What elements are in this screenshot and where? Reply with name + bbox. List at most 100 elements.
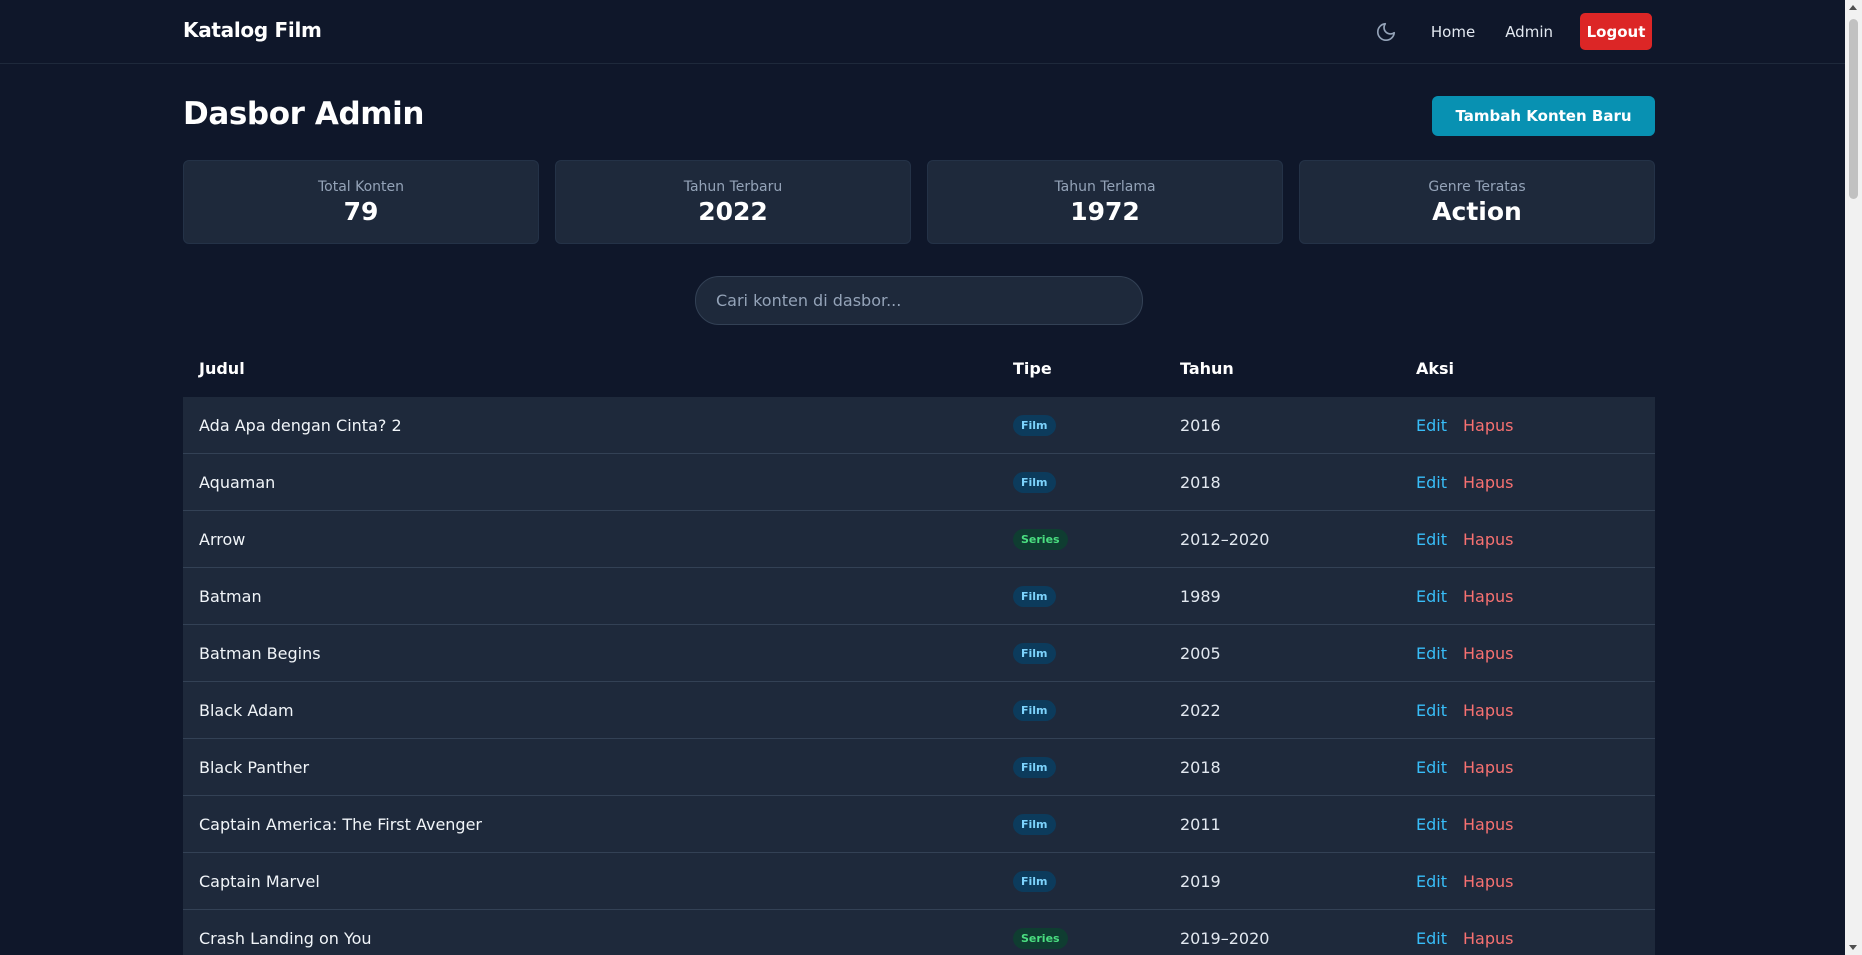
row-year: 2022 (1180, 700, 1221, 720)
row-year: 1989 (1180, 586, 1221, 606)
add-content-button[interactable]: Tambah Konten Baru (1432, 96, 1655, 136)
edit-link[interactable]: Edit (1416, 701, 1447, 720)
row-title: Batman Begins (199, 643, 321, 663)
row-type: Film (1013, 699, 1056, 721)
row-year: 2019–2020 (1180, 928, 1270, 948)
row-title: Black Adam (199, 700, 294, 720)
stat-value: 2022 (698, 196, 768, 226)
row-title: Crash Landing on You (199, 928, 372, 948)
row-type: Film (1013, 414, 1056, 436)
delete-link[interactable]: Hapus (1463, 473, 1513, 492)
type-badge: Film (1013, 586, 1056, 607)
edit-link[interactable]: Edit (1416, 587, 1447, 606)
delete-link[interactable]: Hapus (1463, 701, 1513, 720)
header-type: Tipe (1013, 359, 1052, 378)
nav-link-home[interactable]: Home (1431, 23, 1475, 41)
row-actions: Edit Hapus (1416, 587, 1513, 606)
header-year: Tahun (1180, 359, 1234, 378)
delete-link[interactable]: Hapus (1463, 758, 1513, 777)
row-type: Film (1013, 642, 1056, 664)
delete-link[interactable]: Hapus (1463, 929, 1513, 948)
table-row: Black Panther Film 2018 Edit Hapus (183, 739, 1655, 796)
search-wrapper (695, 276, 1143, 325)
edit-link[interactable]: Edit (1416, 872, 1447, 891)
type-badge: Film (1013, 415, 1056, 436)
delete-link[interactable]: Hapus (1463, 815, 1513, 834)
theme-toggle-button[interactable] (1371, 17, 1401, 47)
table-row: Aquaman Film 2018 Edit Hapus (183, 454, 1655, 511)
stats-row: Total Konten 79 Tahun Terbaru 2022 Tahun… (183, 160, 1655, 244)
row-year: 2019 (1180, 871, 1221, 891)
row-type: Film (1013, 813, 1056, 835)
header-title: Judul (199, 359, 245, 378)
stat-value: 1972 (1070, 196, 1140, 226)
scroll-down-arrow-icon[interactable] (1849, 945, 1857, 950)
edit-link[interactable]: Edit (1416, 473, 1447, 492)
logout-button[interactable]: Logout (1580, 13, 1652, 50)
page-title: Dasbor Admin (183, 96, 425, 132)
scrollbar[interactable] (1845, 0, 1862, 955)
row-title: Captain Marvel (199, 871, 320, 891)
row-year: 2018 (1180, 472, 1221, 492)
delete-link[interactable]: Hapus (1463, 644, 1513, 663)
stat-card-newest-year: Tahun Terbaru 2022 (555, 160, 911, 244)
delete-link[interactable]: Hapus (1463, 587, 1513, 606)
row-actions: Edit Hapus (1416, 872, 1513, 891)
row-year: 2012–2020 (1180, 529, 1270, 549)
table-body: Ada Apa dengan Cinta? 2 Film 2016 Edit Hapus… (183, 397, 1655, 955)
row-type: Film (1013, 471, 1056, 493)
search-input[interactable] (695, 276, 1143, 325)
stat-value: 79 (343, 196, 379, 226)
nav-link-admin[interactable]: Admin (1505, 23, 1553, 41)
row-year: 2018 (1180, 757, 1221, 777)
delete-link[interactable]: Hapus (1463, 416, 1513, 435)
delete-link[interactable]: Hapus (1463, 530, 1513, 549)
table-row: Captain America: The First Avenger Film 20… (183, 796, 1655, 853)
table-row: Batman Begins Film 2005 Edit Hapus (183, 625, 1655, 682)
row-actions: Edit Hapus (1416, 758, 1513, 777)
edit-link[interactable]: Edit (1416, 416, 1447, 435)
header-actions: Aksi (1416, 359, 1455, 378)
type-badge: Film (1013, 871, 1056, 892)
row-type: Film (1013, 870, 1056, 892)
stat-card-top-genre: Genre Teratas Action (1299, 160, 1655, 244)
edit-link[interactable]: Edit (1416, 758, 1447, 777)
scroll-thumb[interactable] (1849, 19, 1858, 199)
row-title: Ada Apa dengan Cinta? 2 (199, 415, 402, 435)
row-actions: Edit Hapus (1416, 473, 1513, 492)
row-actions: Edit Hapus (1416, 815, 1513, 834)
type-badge: Film (1013, 700, 1056, 721)
edit-link[interactable]: Edit (1416, 530, 1447, 549)
edit-link[interactable]: Edit (1416, 815, 1447, 834)
row-title: Black Panther (199, 757, 310, 777)
row-actions: Edit Hapus (1416, 416, 1513, 435)
row-title: Captain America: The First Avenger (199, 814, 482, 834)
stat-card-total: Total Konten 79 (183, 160, 539, 244)
navbar: Katalog Film Home Admin Logout (0, 0, 1845, 64)
scroll-up-arrow-icon[interactable] (1849, 5, 1857, 10)
type-badge: Series (1013, 928, 1068, 949)
stat-label: Total Konten (317, 178, 405, 195)
stat-value: Action (1432, 196, 1522, 226)
row-actions: Edit Hapus (1416, 530, 1513, 549)
table-row: Black Adam Film 2022 Edit Hapus (183, 682, 1655, 739)
stat-label: Genre Teratas (1428, 178, 1526, 195)
row-title: Batman (199, 586, 262, 606)
table-row: Crash Landing on You Series 2019–2020 Edit H… (183, 910, 1655, 955)
nav-right: Home Admin Logout (1371, 13, 1652, 50)
row-actions: Edit Hapus (1416, 929, 1513, 948)
row-title: Aquaman (199, 472, 276, 492)
row-year: 2005 (1180, 643, 1221, 663)
brand-logo[interactable]: Katalog Film (183, 18, 322, 42)
table-row: Arrow Series 2012–2020 Edit Hapus (183, 511, 1655, 568)
type-badge: Series (1013, 529, 1068, 550)
type-badge: Film (1013, 472, 1056, 493)
row-year: 2011 (1180, 814, 1221, 834)
edit-link[interactable]: Edit (1416, 929, 1447, 948)
row-actions: Edit Hapus (1416, 701, 1513, 720)
row-type: Film (1013, 756, 1056, 778)
edit-link[interactable]: Edit (1416, 644, 1447, 663)
stat-label: Tahun Terlama (1054, 178, 1156, 195)
type-badge: Film (1013, 757, 1056, 778)
delete-link[interactable]: Hapus (1463, 872, 1513, 891)
